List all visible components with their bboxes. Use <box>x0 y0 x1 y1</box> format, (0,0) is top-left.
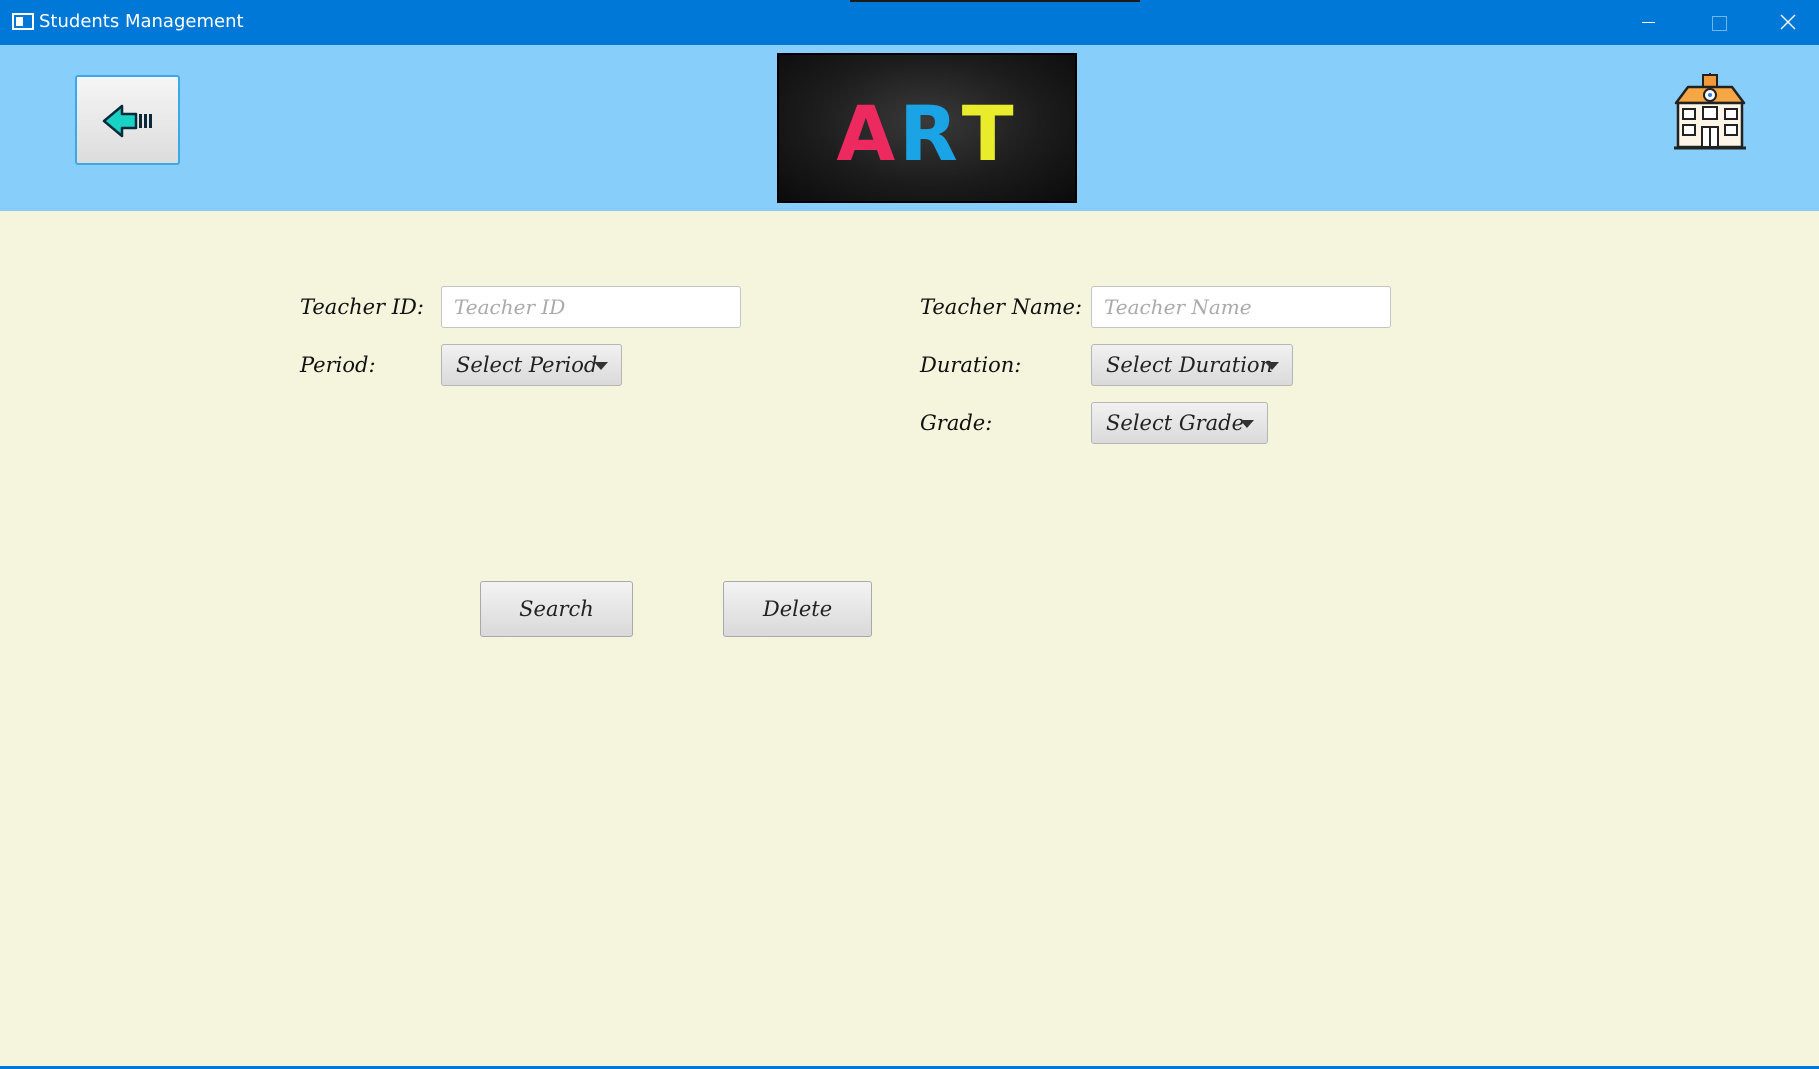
school-building-icon[interactable] <box>1672 73 1748 151</box>
title-bar-divider <box>850 0 1140 2</box>
search-button[interactable]: Search <box>480 581 633 637</box>
teacher-id-input[interactable] <box>441 286 741 328</box>
art-banner-image: ART <box>777 53 1077 203</box>
header-banner: ART <box>0 45 1819 211</box>
grade-select[interactable]: Select Grade <box>1091 402 1268 444</box>
chevron-down-icon <box>1240 420 1254 428</box>
duration-label: Duration: <box>920 353 1022 377</box>
grade-select-value: Select Grade <box>1106 411 1245 435</box>
grade-label: Grade: <box>920 411 993 435</box>
art-letter-2: R <box>899 89 962 178</box>
close-button[interactable] <box>1753 0 1819 45</box>
period-select-value: Select Period <box>456 353 598 377</box>
duration-select-value: Select Duration <box>1106 353 1274 377</box>
window-app-icon <box>12 13 34 30</box>
close-icon <box>1780 14 1796 30</box>
art-letter-1: A <box>836 89 900 178</box>
art-letter-3: T <box>961 89 1018 178</box>
chevron-down-icon <box>594 362 608 370</box>
chevron-down-icon <box>1265 362 1279 370</box>
minimize-button[interactable] <box>1613 0 1683 45</box>
period-label: Period: <box>300 353 376 377</box>
period-select[interactable]: Select Period <box>441 344 622 386</box>
title-bar: Students Management <box>0 0 1819 45</box>
back-button[interactable] <box>75 75 180 165</box>
maximize-button[interactable] <box>1683 0 1753 45</box>
art-banner-text: ART <box>779 89 1075 178</box>
teacher-id-label: Teacher ID: <box>300 295 424 319</box>
teacher-name-input[interactable] <box>1091 286 1391 328</box>
duration-select[interactable]: Select Duration <box>1091 344 1293 386</box>
delete-button[interactable]: Delete <box>723 581 872 637</box>
window-title: Students Management <box>39 11 244 32</box>
back-arrow-icon <box>102 104 152 138</box>
teacher-name-label: Teacher Name: <box>920 295 1083 319</box>
